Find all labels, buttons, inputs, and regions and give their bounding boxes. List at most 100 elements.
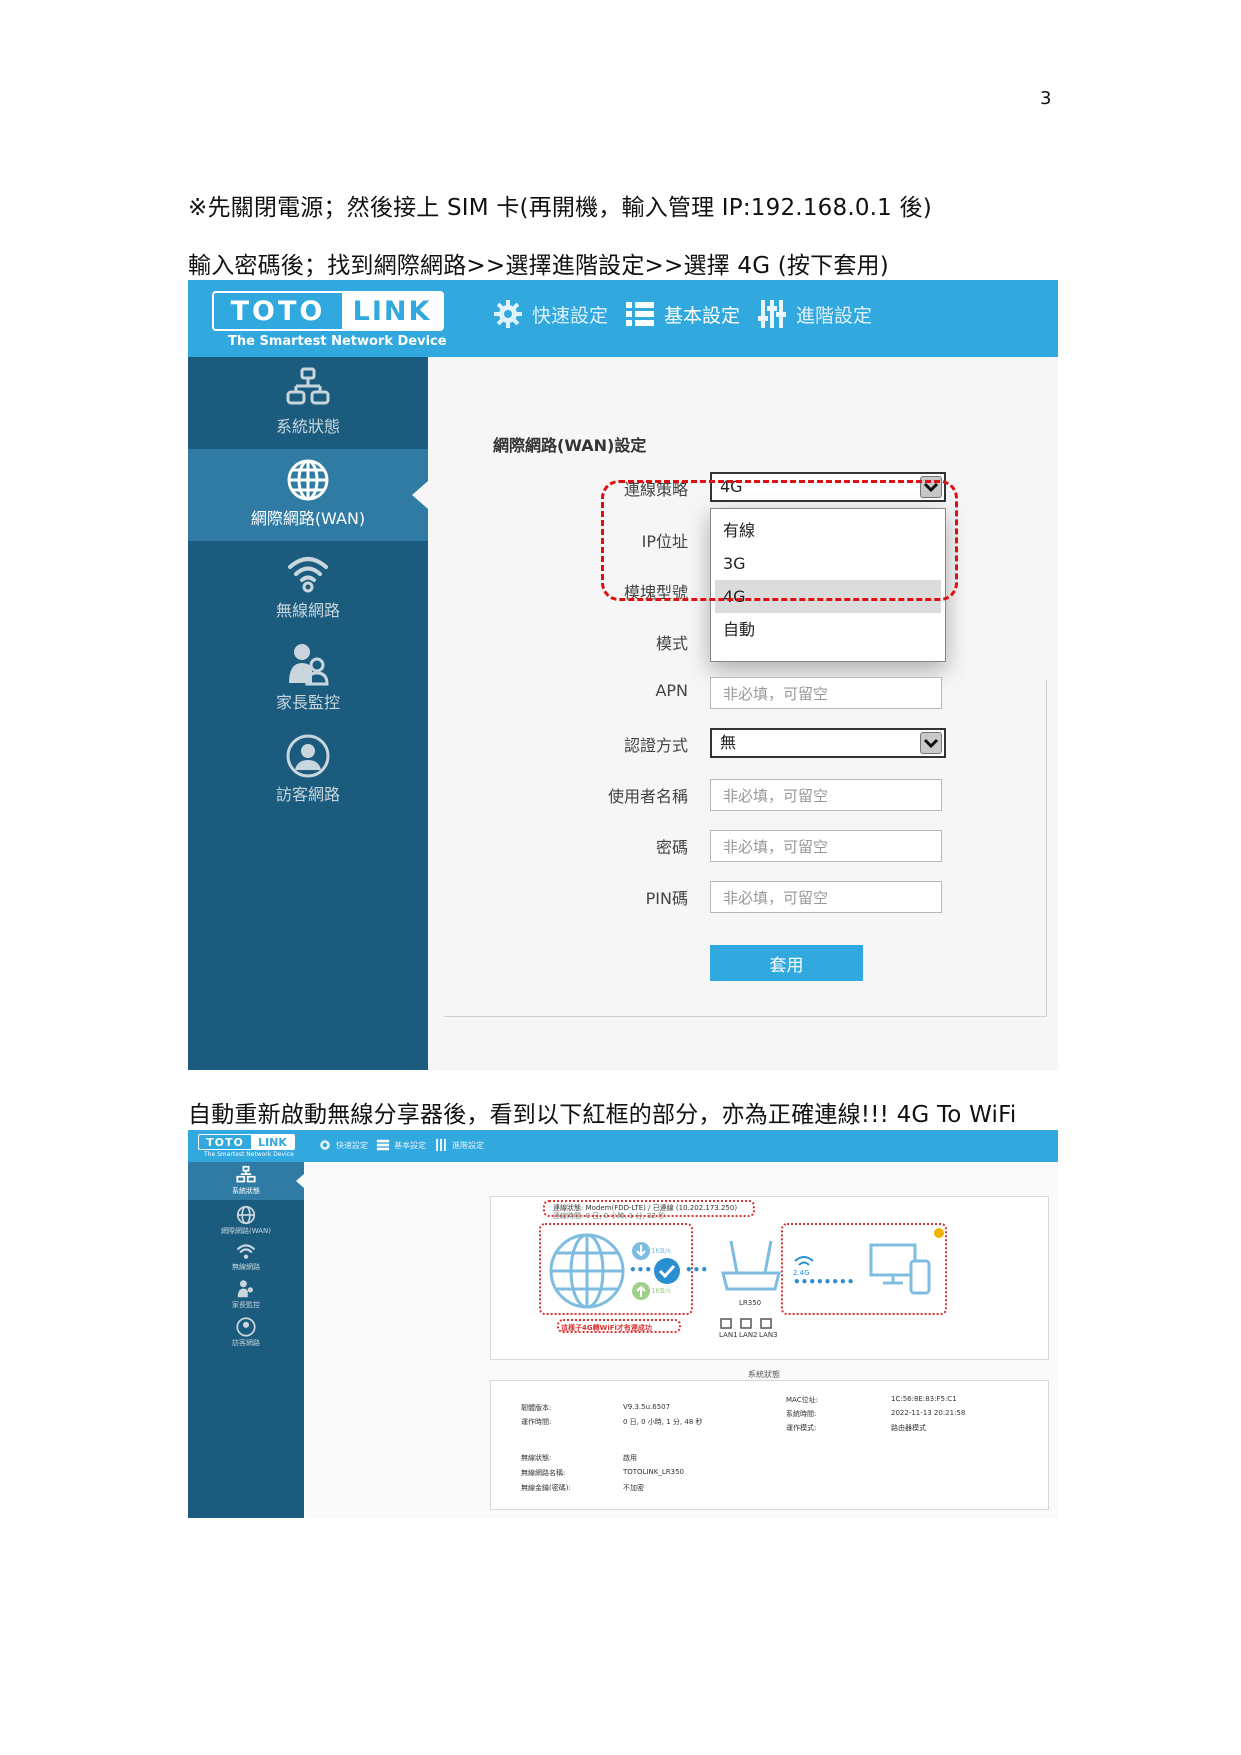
sidebar-item-system-status[interactable]: 系統狀態 [188,1162,304,1200]
sidebar-item-parental-control[interactable]: 家長監控 [188,633,428,725]
security-value: 不加密 [623,1484,644,1492]
devices-icon [869,1243,931,1295]
warning-dot-icon [934,1228,944,1238]
sidebar-item-wireless[interactable]: 無線網路 [188,541,428,633]
sidebar: 系統狀態 網際網路(WAN) 無線網路 家長監控 訪客網路 [188,1162,304,1518]
apply-button[interactable]: 套用 [710,945,863,981]
username-label: 使用者名稱 [607,787,688,806]
apn-input[interactable]: 非必填，可留空 [710,677,942,709]
sidebar-label: 訪客網路 [232,1339,260,1347]
sidebar-label: 家長監控 [232,1301,260,1309]
top-nav: 快速設定 基本設定 進階設定 [492,298,888,330]
mode-label: 模式 [655,634,688,653]
wifi-status-value: 啟用 [623,1454,637,1462]
nav-advanced-setup[interactable]: 進階設定 [434,1138,484,1152]
active-indicator [412,481,428,509]
wifi-icon [237,1244,255,1259]
sidebar-item-guest-network[interactable]: 訪客網路 [188,725,428,817]
active-indicator [296,1174,304,1188]
instruction-line-3: 自動重新啟動無線分享器後，看到以下紅框的部分，亦為正確連線!!! 4G To W… [188,1102,1017,1128]
option-auto[interactable]: 自動 [711,613,945,646]
nav-quick-setup[interactable]: 快速設定 [318,1138,368,1152]
tagline: The Smartest Network Device [204,1151,294,1158]
caption-red-box [557,1319,681,1333]
nav-advanced-setup[interactable]: 進階設定 [756,298,872,330]
sidebar-label: 家長監控 [275,693,340,712]
logo-link: LINK [342,293,442,329]
link-dots-left: ••• [629,1263,653,1277]
username-input[interactable]: 非必填，可留空 [710,779,942,811]
ssid-value: TOTOLINK_LR350 [623,1468,684,1476]
sidebar-item-guest-network[interactable]: 訪客網路 [188,1314,304,1352]
auth-label: 認證方式 [623,736,688,755]
logo-toto: TOTO [206,1135,244,1149]
logo-link: LINK [251,1135,294,1149]
auth-selected-value: 無 [720,733,737,752]
nav-basic-setup[interactable]: 基本設定 [624,298,740,330]
wifi-dots: •••••••• [793,1275,855,1289]
sliders-icon [436,1138,446,1152]
sidebar-item-system-status[interactable]: 系統狀態 [188,357,428,449]
list-icon [626,302,655,326]
router-icon [721,1240,781,1291]
password-input[interactable]: 非必填，可留空 [710,830,942,862]
wifi-icon [288,557,328,593]
security-label: 無線金鑰(密碼): [521,1484,571,1492]
parent-child-icon [289,644,329,686]
nav-basic-setup-label: 基本設定 [664,304,741,327]
sidebar-label: 網際網路(WAN) [220,1227,272,1235]
lan-ports-icon [720,1318,772,1329]
sidebar-label: 系統狀態 [232,1187,260,1195]
opmode-value: 路由器模式 [891,1424,926,1432]
systime-value: 2022-11-13 20:21:58 [891,1409,966,1417]
upload-speed: 1KB/s [651,1287,671,1295]
sidebar-item-wan[interactable]: 網際網路(WAN) [188,1202,304,1240]
pin-input[interactable]: 非必填，可留空 [710,881,942,913]
sidebar-label: 無線網路 [275,601,340,620]
red-highlight-box [601,480,958,601]
nav-basic-setup[interactable]: 基本設定 [376,1138,426,1152]
sidebar-item-wan[interactable]: 網際網路(WAN) [188,449,428,541]
instruction-line-1: ※先關閉電源；然後接上 SIM 卡(再開機，輸入管理 IP:192.168.0.… [188,195,932,221]
auth-select[interactable]: 無 [710,728,946,758]
mac-value: 1C:56:8E:83:F5:C1 [891,1395,957,1403]
connection-time: 連線時間: 0 日, 0 小時, 1 分, 32 秒 [553,1212,666,1220]
totolink-logo: TOTO LINK [212,291,444,331]
sidebar-item-wireless[interactable]: 無線網路 [188,1238,304,1276]
lan-port-1: LAN1 [719,1331,738,1339]
chevron-down-icon[interactable] [920,732,942,754]
sidebar-label: 系統狀態 [275,417,340,436]
ssid-label: 無線網路名稱: [521,1469,566,1477]
nav-label: 快速設定 [336,1140,368,1150]
sidebar-item-parental-control[interactable]: 家長監控 [188,1276,304,1314]
nav-quick-setup[interactable]: 快速設定 [492,298,608,330]
globe-icon [236,1205,256,1225]
system-info-table: 韌體版本: V9.3.5u.6507 運作時間: 0 日, 0 小時, 1 分,… [490,1380,1049,1510]
lan-port-2: LAN2 [739,1331,758,1339]
router-model: LR350 [739,1299,762,1307]
top-header: TOTO LINK The Smartest Network Device 快速… [188,1130,1058,1162]
apn-label: APN [655,681,688,700]
connected-check-icon [654,1258,680,1284]
mac-label: MAC位址: [786,1396,818,1404]
download-arrow-icon [632,1242,650,1260]
parent-child-icon [237,1280,253,1298]
network-topology-icon [236,1165,256,1183]
guest-user-icon [286,734,330,778]
network-topology-icon [286,367,330,405]
totolink-logo: TOTO LINK [198,1134,295,1150]
globe-icon [549,1233,625,1309]
wifi-status-label: 無線狀態: [521,1454,552,1462]
uptime-value: 0 日, 0 小時, 1 分, 48 秒 [623,1418,703,1426]
sliders-icon [758,300,787,328]
upload-arrow-icon [632,1282,650,1300]
router-status-screenshot: TOTO LINK The Smartest Network Device 快速… [188,1130,1058,1518]
gear-icon [320,1140,330,1150]
top-header: TOTO LINK The Smartest Network Device 快速… [188,280,1058,357]
top-nav: 快速設定 基本設定 進階設定 [318,1138,492,1152]
nav-advanced-setup-label: 進階設定 [796,304,873,327]
logo-toto: TOTO [230,295,326,327]
nav-quick-setup-label: 快速設定 [532,304,609,327]
sidebar-label: 訪客網路 [275,785,340,804]
instruction-line-2: 輸入密碼後；找到網際網路>>選擇進階設定>>選擇 4G (按下套用) [188,253,889,279]
